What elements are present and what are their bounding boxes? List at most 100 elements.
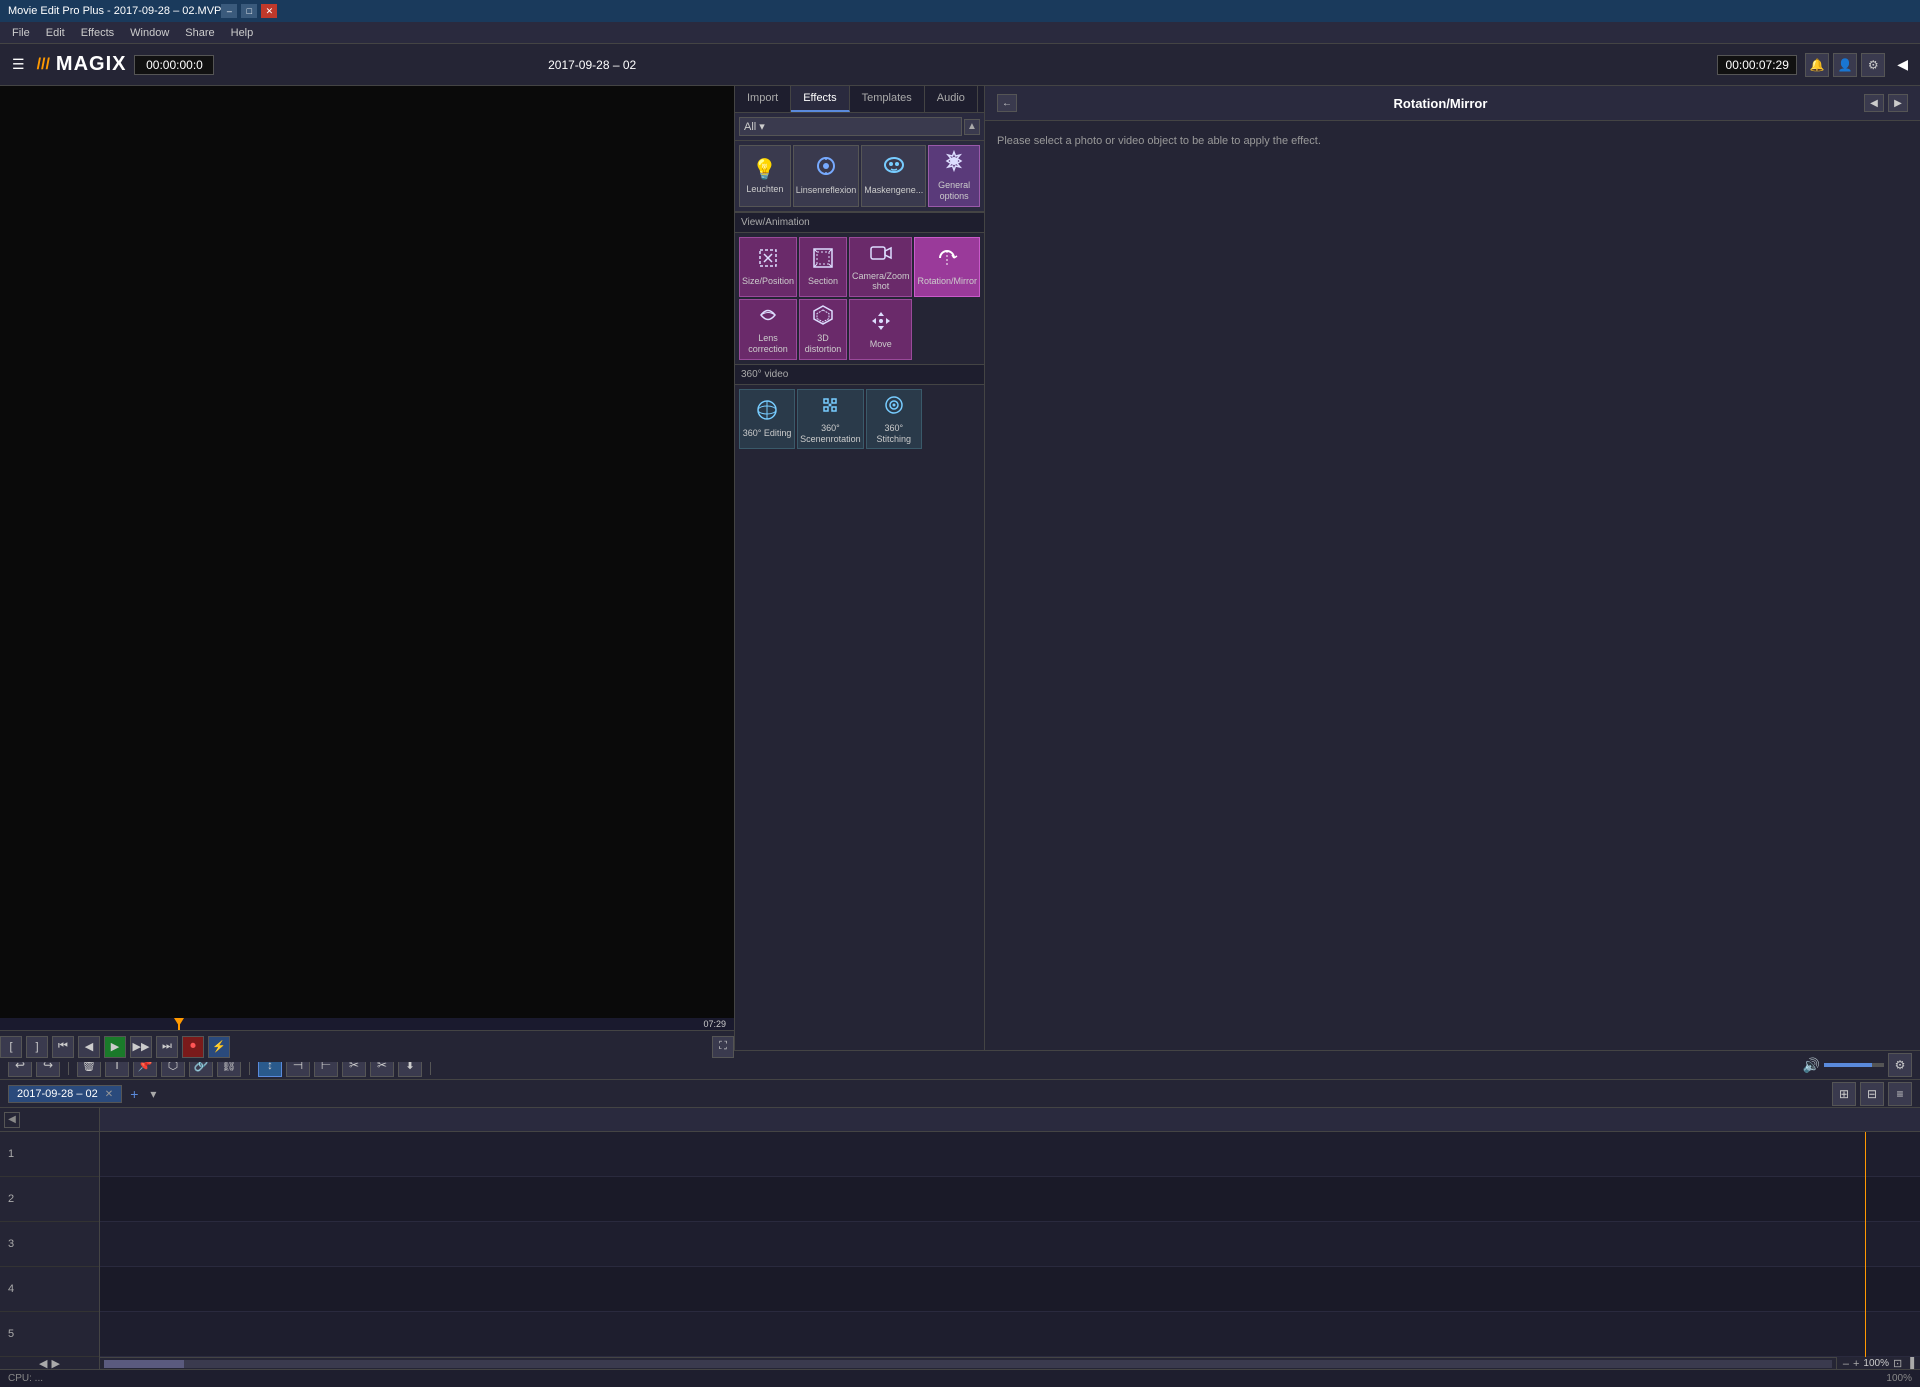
highlight-button[interactable]: ⚡ [208, 1036, 230, 1058]
hamburger-menu[interactable]: ☰ [8, 54, 29, 75]
prev-frame-button[interactable]: ◀ [78, 1036, 100, 1058]
detail-next-button[interactable]: ▶ [1888, 94, 1908, 112]
effect-maskengene[interactable]: Maskengene... [861, 145, 926, 207]
track-label-header: ◀ [0, 1108, 100, 1131]
tracks-container: 1 2 3 4 5 [0, 1132, 1920, 1357]
effect-lens-correction[interactable]: Lens correction [739, 299, 797, 360]
timeline-view-btn-2[interactable]: ⊟ [1860, 1082, 1884, 1106]
app-title: Movie Edit Pro Plus - 2017-09-28 – 02.MV… [8, 5, 221, 17]
timeline-ruler-area: ◀ 00:00:00:00 00:00:01:00 00:00:02:00 00… [0, 1108, 1920, 1132]
effects-scroll-area[interactable]: View/Animation Size/Position Section [735, 212, 984, 1050]
detail-panel: ← Rotation/Mirror ◀ ▶ Please select a ph… [985, 86, 1920, 1050]
record-button[interactable]: ⏺ [182, 1036, 204, 1058]
maskengene-icon [883, 155, 905, 183]
section-360-video: 360° video [735, 364, 984, 385]
account-button[interactable]: 👤 [1833, 53, 1857, 77]
section-view-animation: View/Animation [735, 212, 984, 233]
menu-window[interactable]: Window [122, 25, 177, 41]
scroll-right-button[interactable]: ▶ [52, 1357, 60, 1369]
360-scenenrotation-icon [819, 394, 841, 421]
next-frame-button[interactable]: ▶▶ [130, 1036, 152, 1058]
track-content [100, 1132, 1920, 1357]
zoom-in-icon[interactable]: + [1853, 1358, 1859, 1370]
tab-templates[interactable]: Templates [850, 86, 925, 112]
timeline-view-btn-3[interactable]: ≡ [1888, 1082, 1912, 1106]
track-labels: 1 2 3 4 5 [0, 1132, 100, 1357]
preview-area: 07:29 [ ] ⏮ ◀ ▶ ▶▶ ⏭ ⏺ ⚡ ⛶ [0, 86, 735, 1050]
effect-size-position[interactable]: Size/Position [739, 237, 797, 298]
section-icon [812, 247, 834, 274]
tab-audio[interactable]: Audio [925, 86, 978, 112]
settings-button[interactable]: ⚙ [1861, 53, 1885, 77]
play-button[interactable]: ▶ [104, 1036, 126, 1058]
menu-file[interactable]: File [4, 25, 38, 41]
effect-leuchten[interactable]: 💡 Leuchten [739, 145, 791, 207]
rotation-mirror-title: Rotation/Mirror [1394, 96, 1488, 111]
detail-prev-button[interactable]: ◀ [1864, 94, 1884, 112]
track-label-5: 5 [0, 1312, 99, 1357]
filter-up-button[interactable]: ▲ [964, 119, 980, 135]
horizontal-scrollbar[interactable] [104, 1360, 1832, 1368]
linsenreflexion-icon [815, 155, 837, 183]
effect-camera-zoom[interactable]: Camera/Zoom shot [849, 237, 913, 298]
chevron-down-icon: ▾ [759, 121, 765, 133]
360-editing-label: 360° Editing [743, 428, 792, 439]
360-stitching-icon [883, 394, 905, 421]
menu-edit[interactable]: Edit [38, 25, 73, 41]
timeline-view-btn-1[interactable]: ⊞ [1832, 1082, 1856, 1106]
skip-fwd-button[interactable]: ⏭ [156, 1036, 178, 1058]
close-button[interactable]: ✕ [261, 4, 277, 18]
timeline-add-button[interactable]: + [126, 1086, 142, 1102]
menu-share[interactable]: Share [177, 25, 222, 41]
general-options-icon [943, 150, 965, 178]
properties-button[interactable]: ⚙ [1888, 1053, 1912, 1077]
effect-section[interactable]: Section [799, 237, 847, 298]
360-video-grid: 360° Editing 360° Scenenrotation 360° St… [735, 385, 984, 454]
camera-zoom-label: Camera/Zoom shot [852, 271, 910, 293]
scroll-left-button[interactable]: ◀ [39, 1357, 47, 1369]
preview-playhead [178, 1018, 180, 1030]
timeline-tab-active[interactable]: 2017-09-28 – 02 ✕ [8, 1085, 122, 1103]
mark-out-button[interactable]: ] [26, 1036, 48, 1058]
zoom-slider[interactable]: ▐ [1906, 1358, 1914, 1370]
fullscreen-button[interactable]: ⛶ [712, 1036, 734, 1058]
timecode-display[interactable]: 00:00:00:0 [134, 55, 214, 75]
tab-effects[interactable]: Effects [791, 86, 849, 112]
mark-in-button[interactable]: [ [0, 1036, 22, 1058]
volume-area: 🔊 [1803, 1057, 1884, 1074]
menu-effects[interactable]: Effects [73, 25, 122, 41]
effects-filter-dropdown[interactable]: All ▾ [739, 117, 962, 136]
scrollbar-thumb[interactable] [104, 1360, 184, 1368]
fit-timeline-button[interactable]: ⊡ [1893, 1357, 1902, 1369]
360-scenenrotation-label: 360° Scenenrotation [800, 423, 861, 445]
notifications-button[interactable]: 🔔 [1805, 53, 1829, 77]
project-name-display: 2017-09-28 – 02 [222, 58, 961, 72]
collapse-tracks-button[interactable]: ◀ [4, 1112, 20, 1128]
timeline-dropdown-button[interactable]: ▾ [146, 1087, 160, 1101]
effect-360-stitching[interactable]: 360° Stitching [866, 389, 922, 450]
title-bar: Movie Edit Pro Plus - 2017-09-28 – 02.MV… [0, 0, 1920, 22]
effect-3d-distortion[interactable]: 3D distortion [799, 299, 847, 360]
top-effects-row: 💡 Leuchten Linsenreflexion Maskengene... [735, 141, 984, 212]
detail-back-button[interactable]: ← [997, 94, 1017, 112]
effect-360-editing[interactable]: 360° Editing [739, 389, 795, 450]
tab-import[interactable]: Import [735, 86, 791, 112]
scrollbar-left-controls: ◀ ▶ [0, 1357, 100, 1369]
volume-slider[interactable] [1824, 1063, 1884, 1067]
effect-360-scenenrotation[interactable]: 360° Scenenrotation [797, 389, 864, 450]
effect-general-options[interactable]: General options [928, 145, 980, 207]
preview-timeline: 07:29 [0, 1018, 734, 1030]
timeline-tab-close[interactable]: ✕ [105, 1089, 113, 1100]
effect-rotation-mirror[interactable]: Rotation/Mirror [914, 237, 980, 298]
move-label: Move [870, 339, 892, 350]
minimize-button[interactable]: – [221, 4, 237, 18]
3d-distortion-icon [812, 304, 834, 331]
panel-collapse-button[interactable]: ◀ [1893, 54, 1912, 75]
effect-linsenreflexion[interactable]: Linsenreflexion [793, 145, 860, 207]
zoom-out-icon[interactable]: – [1843, 1358, 1849, 1370]
skip-back-button[interactable]: ⏮ [52, 1036, 74, 1058]
effect-move[interactable]: Move [849, 299, 913, 360]
maximize-button[interactable]: □ [241, 4, 257, 18]
menu-help[interactable]: Help [223, 25, 262, 41]
toolbar-right-icons: 🔔 👤 ⚙ [1805, 53, 1885, 77]
